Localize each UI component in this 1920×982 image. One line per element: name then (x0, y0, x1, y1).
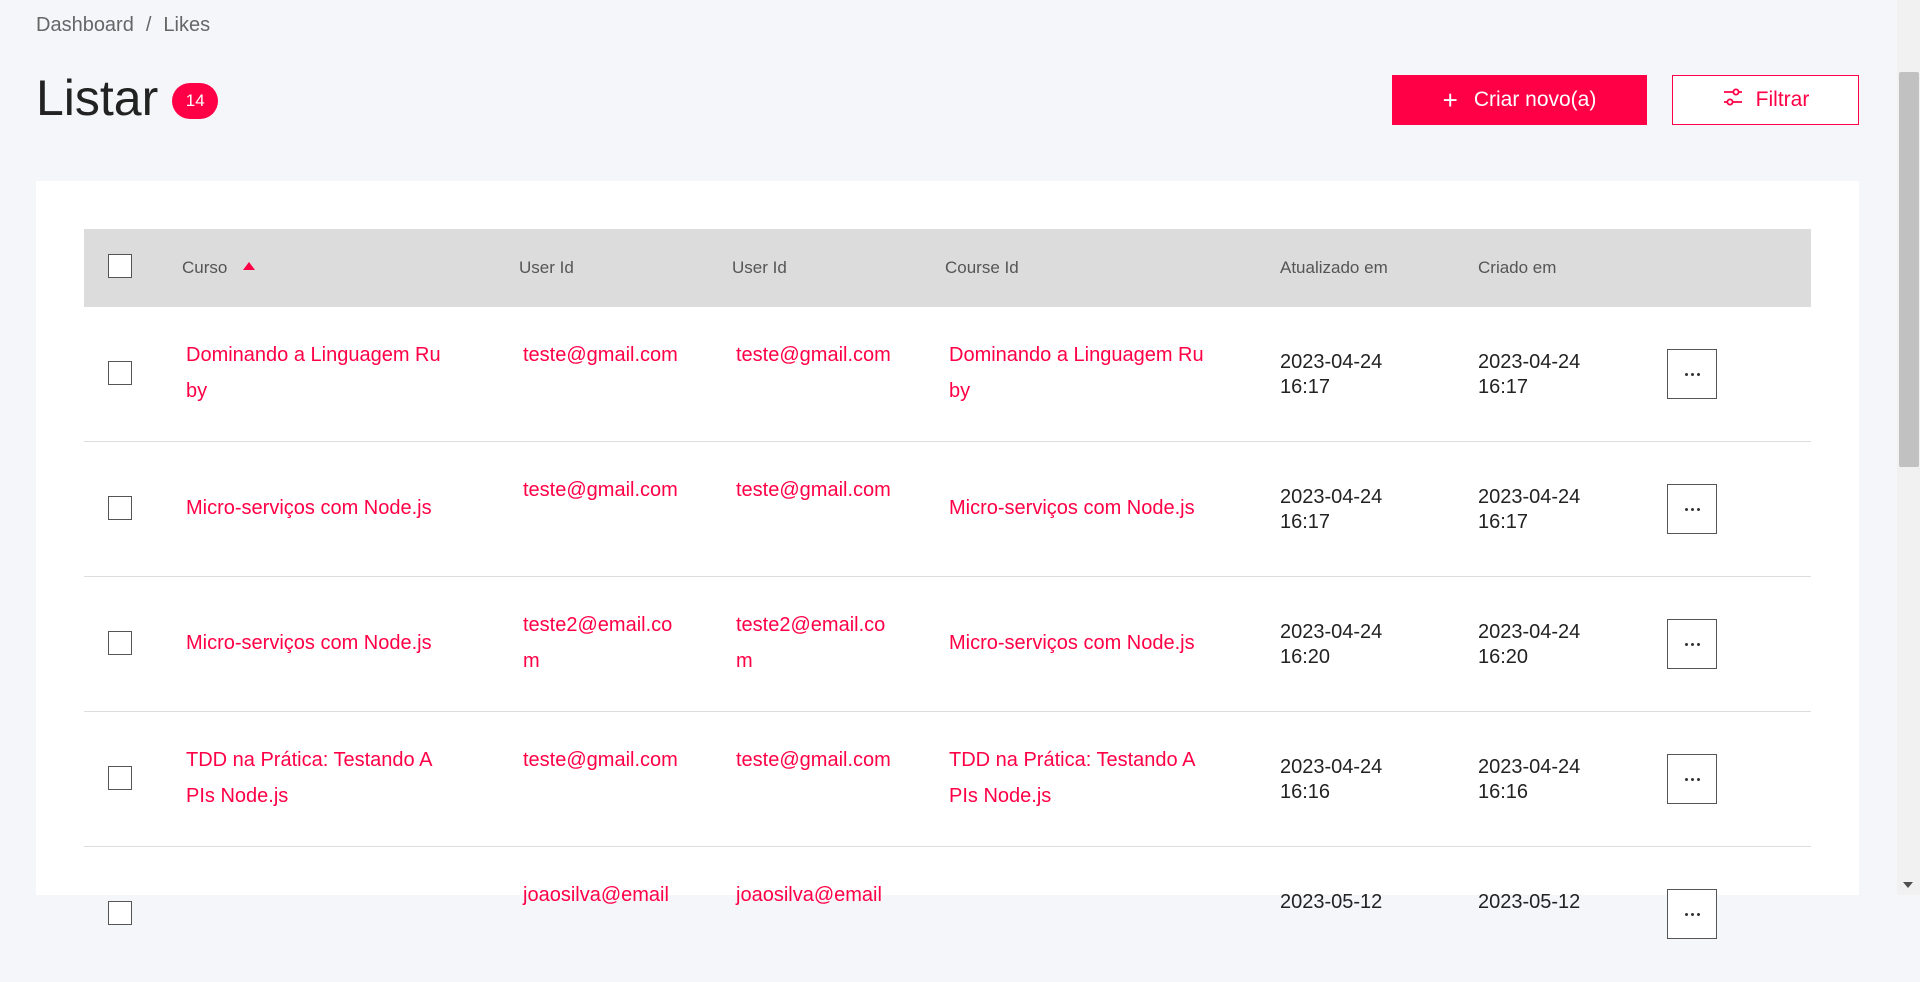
created-time: 16:17 (1478, 511, 1529, 533)
user-id-link[interactable]: teste2@email.com (736, 607, 901, 679)
more-horizontal-icon (1684, 912, 1700, 916)
table-card: Curso User Id User Id Course Id Atualiza… (36, 181, 1859, 939)
column-header-label: Atualizado em (1280, 258, 1388, 277)
created-date: 2023-04-24 (1478, 486, 1581, 508)
create-new-button[interactable]: + Criar novo(a) (1392, 75, 1647, 125)
more-horizontal-icon (1684, 372, 1700, 376)
filter-label: Filtrar (1755, 88, 1810, 111)
user-id-link[interactable]: teste@gmail.com (523, 472, 681, 508)
more-horizontal-icon (1684, 507, 1700, 511)
column-header-user-id-1[interactable]: User Id (519, 229, 574, 307)
updated-at: 2023-04-24 16:20 (1280, 620, 1382, 670)
table-row: Micro-serviços com Node.js teste2@email.… (84, 577, 1811, 712)
select-all-checkbox[interactable] (108, 254, 132, 278)
created-date: 2023-04-24 (1478, 621, 1581, 643)
curso-link[interactable]: Micro-serviços com Node.js (186, 490, 476, 526)
plus-icon: + (1442, 85, 1458, 115)
created-at: 2023-04-24 16:16 (1478, 755, 1580, 805)
created-at: 2023-04-24 16:17 (1478, 485, 1580, 535)
created-at: 2023-05-12 (1478, 890, 1580, 915)
row-actions-button[interactable] (1667, 889, 1717, 939)
table-row: joaosilva@email joaosilva@email 2023-05-… (84, 847, 1811, 982)
updated-at: 2023-04-24 16:17 (1280, 485, 1382, 535)
column-header-label: Criado em (1478, 258, 1557, 277)
updated-time: 16:17 (1280, 376, 1331, 398)
row-checkbox[interactable] (108, 766, 132, 790)
create-new-label: Criar novo(a) (1473, 88, 1597, 111)
course-id-link[interactable]: TDD na Prática: Testando APIs Node.js (949, 742, 1204, 814)
column-header-updated-at[interactable]: Atualizado em (1280, 229, 1388, 307)
updated-at: 2023-04-24 16:17 (1280, 350, 1382, 400)
user-id-link[interactable]: teste2@email.com (523, 607, 688, 679)
user-id-link[interactable]: joaosilva@email (736, 877, 894, 913)
user-id-link[interactable]: teste@gmail.com (736, 472, 894, 508)
user-id-link[interactable]: joaosilva@email (523, 877, 681, 913)
course-id-link[interactable]: Dominando a Linguagem Ruby (949, 337, 1204, 409)
scroll-down-arrow-icon[interactable] (1903, 882, 1913, 888)
table-row: Dominando a Linguagem Ruby teste@gmail.c… (84, 307, 1811, 442)
created-date: 2023-04-24 (1478, 351, 1581, 373)
page-header: Listar 14 (36, 68, 219, 128)
updated-date: 2023-05-12 (1280, 891, 1383, 913)
table-row: TDD na Prática: Testando APIs Node.js te… (84, 712, 1811, 847)
row-actions-button[interactable] (1667, 754, 1717, 804)
breadcrumb-dashboard-link[interactable]: Dashboard (36, 14, 134, 37)
row-actions-button[interactable] (1667, 619, 1717, 669)
filter-button[interactable]: Filtrar (1672, 75, 1859, 125)
page-title: Listar (36, 70, 159, 126)
breadcrumb-current: Likes (163, 14, 211, 36)
created-date: 2023-05-12 (1478, 891, 1581, 913)
row-actions-button[interactable] (1667, 484, 1717, 534)
updated-date: 2023-04-24 (1280, 486, 1383, 508)
more-horizontal-icon (1684, 642, 1700, 646)
created-at: 2023-04-24 16:20 (1478, 620, 1580, 670)
table-row: Micro-serviços com Node.js teste@gmail.c… (84, 442, 1811, 577)
breadcrumb: Dashboard / Likes (36, 14, 210, 37)
breadcrumb-separator: / (145, 14, 152, 36)
column-header-user-id-2[interactable]: User Id (732, 229, 787, 307)
created-time: 16:17 (1478, 376, 1529, 398)
updated-date: 2023-04-24 (1280, 621, 1383, 643)
scrollbar-thumb[interactable] (1899, 72, 1919, 467)
created-at: 2023-04-24 16:17 (1478, 350, 1580, 400)
column-header-label: Course Id (945, 258, 1019, 277)
created-date: 2023-04-24 (1478, 756, 1581, 778)
table-header: Curso User Id User Id Course Id Atualiza… (84, 229, 1811, 307)
created-time: 16:20 (1478, 646, 1529, 668)
column-header-curso[interactable]: Curso (182, 229, 256, 307)
updated-time: 16:17 (1280, 511, 1331, 533)
created-time: 16:16 (1478, 781, 1529, 803)
user-id-link[interactable]: teste@gmail.com (523, 337, 681, 373)
sliders-icon (1722, 86, 1744, 114)
course-id-link[interactable]: Micro-serviços com Node.js (949, 625, 1239, 661)
curso-link[interactable]: Micro-serviços com Node.js (186, 625, 476, 661)
row-checkbox[interactable] (108, 631, 132, 655)
user-id-link[interactable]: teste@gmail.com (523, 742, 681, 778)
curso-link[interactable]: Dominando a Linguagem Ruby (186, 337, 441, 409)
updated-date: 2023-04-24 (1280, 351, 1383, 373)
row-checkbox[interactable] (108, 901, 132, 925)
updated-date: 2023-04-24 (1280, 756, 1383, 778)
course-id-link[interactable]: Micro-serviços com Node.js (949, 490, 1239, 526)
updated-at: 2023-04-24 16:16 (1280, 755, 1382, 805)
sort-ascending-icon (243, 262, 256, 270)
updated-time: 16:16 (1280, 781, 1331, 803)
updated-at: 2023-05-12 (1280, 890, 1382, 915)
updated-time: 16:20 (1280, 646, 1331, 668)
column-header-course-id[interactable]: Course Id (945, 229, 1019, 307)
column-header-label: Curso (182, 258, 228, 277)
column-header-label: User Id (519, 258, 574, 277)
row-checkbox[interactable] (108, 496, 132, 520)
row-checkbox[interactable] (108, 361, 132, 385)
row-actions-button[interactable] (1667, 349, 1717, 399)
more-horizontal-icon (1684, 777, 1700, 781)
user-id-link[interactable]: teste@gmail.com (736, 742, 894, 778)
count-badge: 14 (172, 83, 219, 119)
column-header-created-at[interactable]: Criado em (1478, 229, 1556, 307)
column-header-label: User Id (732, 258, 787, 277)
curso-link[interactable]: TDD na Prática: Testando APIs Node.js (186, 742, 441, 814)
user-id-link[interactable]: teste@gmail.com (736, 337, 894, 373)
